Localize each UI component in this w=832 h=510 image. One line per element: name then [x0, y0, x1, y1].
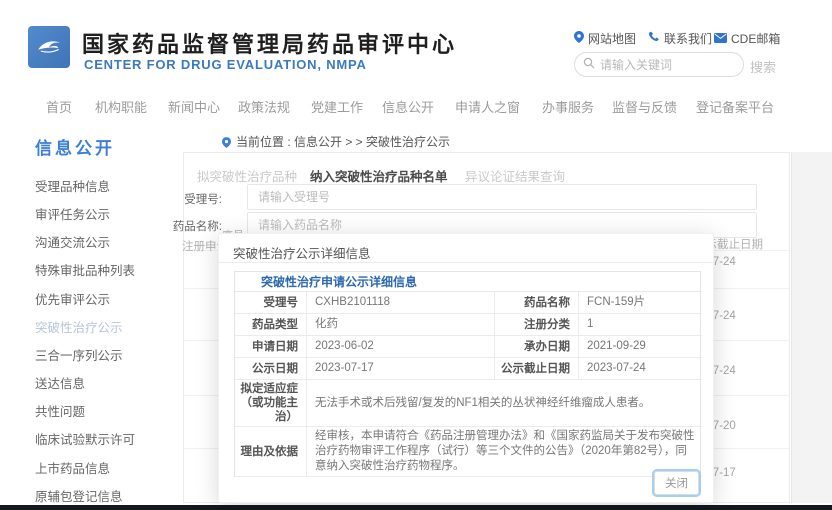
- modal-section-title: 突破性治疗申请公示详细信息: [235, 272, 702, 292]
- site-title: 国家药品监督管理局药品审评中心: [82, 27, 457, 59]
- nav-services[interactable]: 办事服务: [542, 97, 594, 116]
- nav-policy[interactable]: 政策法规: [238, 97, 290, 116]
- accept-no-label: 受理号:: [130, 191, 222, 207]
- nav-party[interactable]: 党建工作: [311, 97, 363, 116]
- nav-home[interactable]: 首页: [46, 97, 72, 116]
- location-pin-icon: [574, 31, 584, 46]
- field-label: 公示截止日期: [495, 358, 579, 380]
- field-label: 申请日期: [235, 336, 307, 358]
- search-button[interactable]: 搜索: [750, 57, 776, 76]
- swan-icon: [32, 28, 66, 67]
- nav-registration-platform[interactable]: 登记备案平台: [696, 97, 774, 116]
- nav-supervision[interactable]: 监督与反馈: [612, 97, 677, 116]
- nav-news[interactable]: 新闻中心: [168, 97, 220, 116]
- nav-applicant-window[interactable]: 申请人之窗: [455, 97, 520, 116]
- bottom-edge-bar: [0, 505, 832, 510]
- search-input[interactable]: [600, 58, 725, 72]
- tab-objection-results[interactable]: 异议论证结果查询: [465, 166, 565, 185]
- site-subtitle: CENTER FOR DRUG EVALUATION, NMPA: [84, 57, 367, 72]
- contact-link[interactable]: 联系我们: [648, 30, 712, 47]
- drug-name-label: 药品名称:: [130, 218, 222, 234]
- sidebar-item-communication[interactable]: 沟通交流公示: [35, 232, 110, 251]
- field-value: 无法手术或术后残留/复发的NF1相关的丛状神经纤维瘤成人患者。: [307, 380, 702, 427]
- sitemap-link[interactable]: 网站地图: [574, 30, 636, 47]
- sidebar-item-special-approval[interactable]: 特殊审批品种列表: [35, 260, 135, 279]
- field-value: 2023-07-17: [307, 358, 495, 380]
- modal-title: 突破性治疗公示详细信息: [219, 234, 713, 263]
- sidebar-title: 信息公开: [35, 134, 115, 159]
- field-label: 承办日期: [495, 336, 579, 358]
- field-label: 药品类型: [235, 314, 307, 336]
- field-value: FCN-159片: [579, 292, 702, 314]
- cde-logo[interactable]: [28, 26, 70, 68]
- tab-proposed-breakthrough[interactable]: 拟突破性治疗品种: [197, 166, 297, 185]
- close-button[interactable]: 关闭: [654, 471, 699, 495]
- field-value: 经审核，本申请符合《药品注册管理办法》和《国家药监局关于发布突破性治疗药物审评工…: [307, 427, 702, 477]
- breadcrumb-pin-icon: [222, 135, 231, 153]
- page: 国家药品监督管理局药品审评中心 CENTER FOR DRUG EVALUATI…: [0, 0, 832, 510]
- field-value: 2023-07-24: [579, 358, 702, 380]
- field-value: 化药: [307, 314, 495, 336]
- field-label: 公示日期: [235, 358, 307, 380]
- search-icon: [583, 56, 595, 74]
- detail-modal: 突破性治疗公示详细信息 突破性治疗申请公示详细信息 受理号 CXHB210111…: [218, 233, 714, 503]
- sidebar-item-common-issues[interactable]: 共性问题: [35, 401, 85, 420]
- right-margin-strip: [791, 152, 832, 503]
- mailbox-link[interactable]: CDE邮箱: [714, 30, 780, 47]
- field-value: 1: [579, 314, 702, 336]
- tab-included-breakthrough-list[interactable]: 纳入突破性治疗品种名单: [310, 166, 448, 185]
- sidebar-item-excipient-registration[interactable]: 原辅包登记信息: [35, 486, 123, 505]
- nav-info-disclosure[interactable]: 信息公开: [382, 97, 434, 116]
- site-search[interactable]: [574, 52, 744, 77]
- field-label: 受理号: [235, 292, 307, 314]
- sidebar-item-marketed-drugs[interactable]: 上市药品信息: [35, 458, 110, 477]
- sidebar-item-delivery-info[interactable]: 送达信息: [35, 373, 85, 392]
- accept-no-input[interactable]: [247, 184, 757, 210]
- field-value: 2023-06-02: [307, 336, 495, 358]
- field-label: 注册分类: [495, 314, 579, 336]
- field-label: 理由及依据: [235, 427, 307, 477]
- field-label: 拟定适应症（或功能主治）: [235, 380, 307, 427]
- sidebar-item-priority-review[interactable]: 优先审评公示: [35, 289, 110, 308]
- breadcrumb[interactable]: 当前位置 : 信息公开 > > 突破性治疗公示: [236, 133, 450, 150]
- sidebar-item-clinical-trial-license[interactable]: 临床试验默示许可: [35, 429, 135, 448]
- nav-functions[interactable]: 机构职能: [95, 97, 147, 116]
- sidebar-item-three-in-one[interactable]: 三合一序列公示: [35, 345, 123, 364]
- field-label: 药品名称: [495, 292, 579, 314]
- phone-icon: [648, 31, 660, 46]
- envelope-icon: [714, 32, 727, 46]
- field-value: 2021-09-29: [579, 336, 702, 358]
- sidebar-item-review-tasks[interactable]: 审评任务公示: [35, 204, 110, 223]
- field-value: CXHB2101118: [307, 292, 495, 314]
- modal-detail-table: 突破性治疗申请公示详细信息 受理号 CXHB2101118 药品名称 FCN-1…: [234, 271, 701, 477]
- sidebar-item-accepted-varieties[interactable]: 受理品种信息: [35, 176, 110, 195]
- sidebar-item-breakthrough-therapy[interactable]: 突破性治疗公示: [35, 317, 123, 336]
